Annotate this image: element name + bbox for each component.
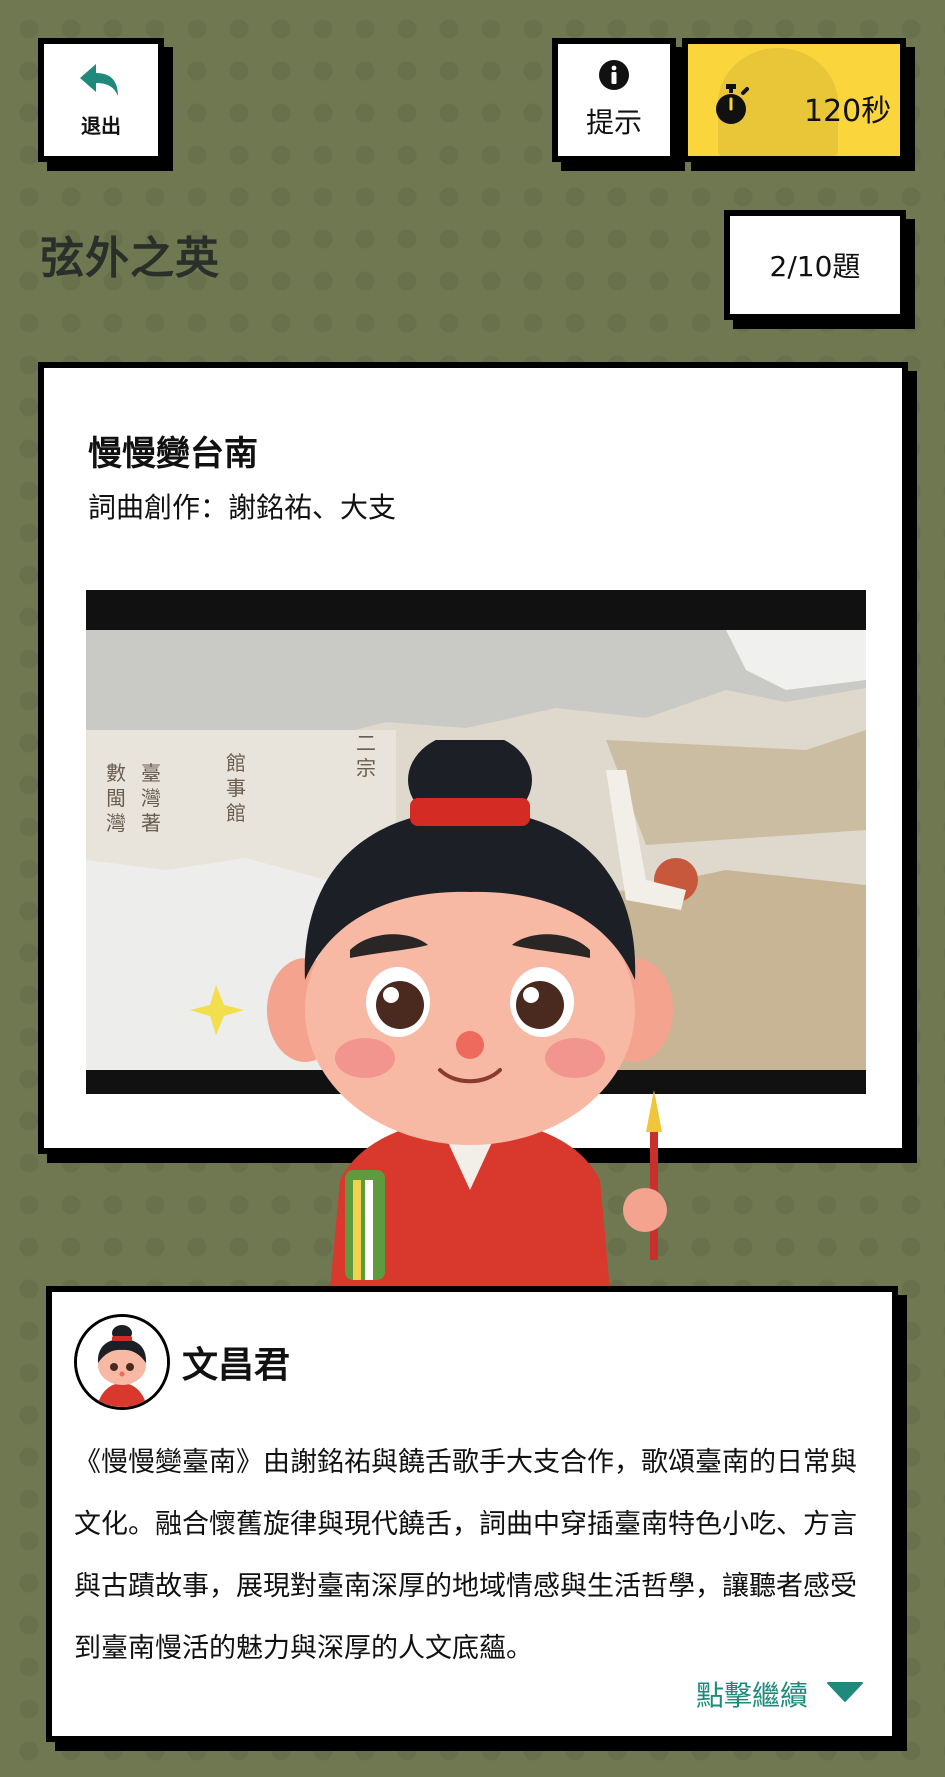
svg-text:著: 著 xyxy=(141,811,161,835)
dialogue-box[interactable]: 文昌君 《慢慢變臺南》由謝銘祐與饒舌歌手大支合作，歌頌臺南的日常與文化。融合懷舊… xyxy=(46,1286,898,1742)
character-illustration xyxy=(250,732,690,1290)
svg-text:數: 數 xyxy=(106,761,126,785)
svg-text:館: 館 xyxy=(226,751,246,775)
continue-button[interactable]: 點擊繼續 xyxy=(696,1674,864,1714)
svg-text:灣: 灣 xyxy=(141,786,161,810)
exit-label: 退出 xyxy=(81,113,121,138)
question-counter: 2/10題 xyxy=(724,210,906,320)
page-title: 弦外之英 xyxy=(40,233,220,284)
stopwatch-icon xyxy=(712,84,750,130)
svg-text:閩: 閩 xyxy=(106,786,126,810)
hint-label: 提示 xyxy=(585,106,642,139)
svg-text:臺: 臺 xyxy=(141,761,161,785)
exit-button[interactable]: 退出 xyxy=(38,38,164,162)
song-title: 慢慢變台南 xyxy=(88,434,258,474)
continue-label: 點擊繼續 xyxy=(695,1679,808,1712)
hint-button[interactable]: 提示 xyxy=(552,38,676,162)
song-credit: 詞曲創作：謝銘祐、大支 xyxy=(88,491,397,524)
timer: 120秒 xyxy=(682,38,906,162)
info-circle-icon xyxy=(598,59,630,95)
timer-text: 120秒 xyxy=(804,94,892,129)
dialogue-text: 《慢慢變臺南》由謝銘祐與饒舌歌手大支合作，歌頌臺南的日常與文化。融合懷舊旋律與現… xyxy=(74,1447,857,1664)
avatar xyxy=(74,1314,170,1410)
undo-arrow-icon xyxy=(76,62,126,108)
svg-text:館: 館 xyxy=(226,801,246,825)
svg-text:灣: 灣 xyxy=(106,811,126,835)
speaker-name: 文昌君 xyxy=(182,1345,291,1386)
svg-text:事: 事 xyxy=(226,776,246,800)
triangle-down-icon xyxy=(826,1681,864,1707)
